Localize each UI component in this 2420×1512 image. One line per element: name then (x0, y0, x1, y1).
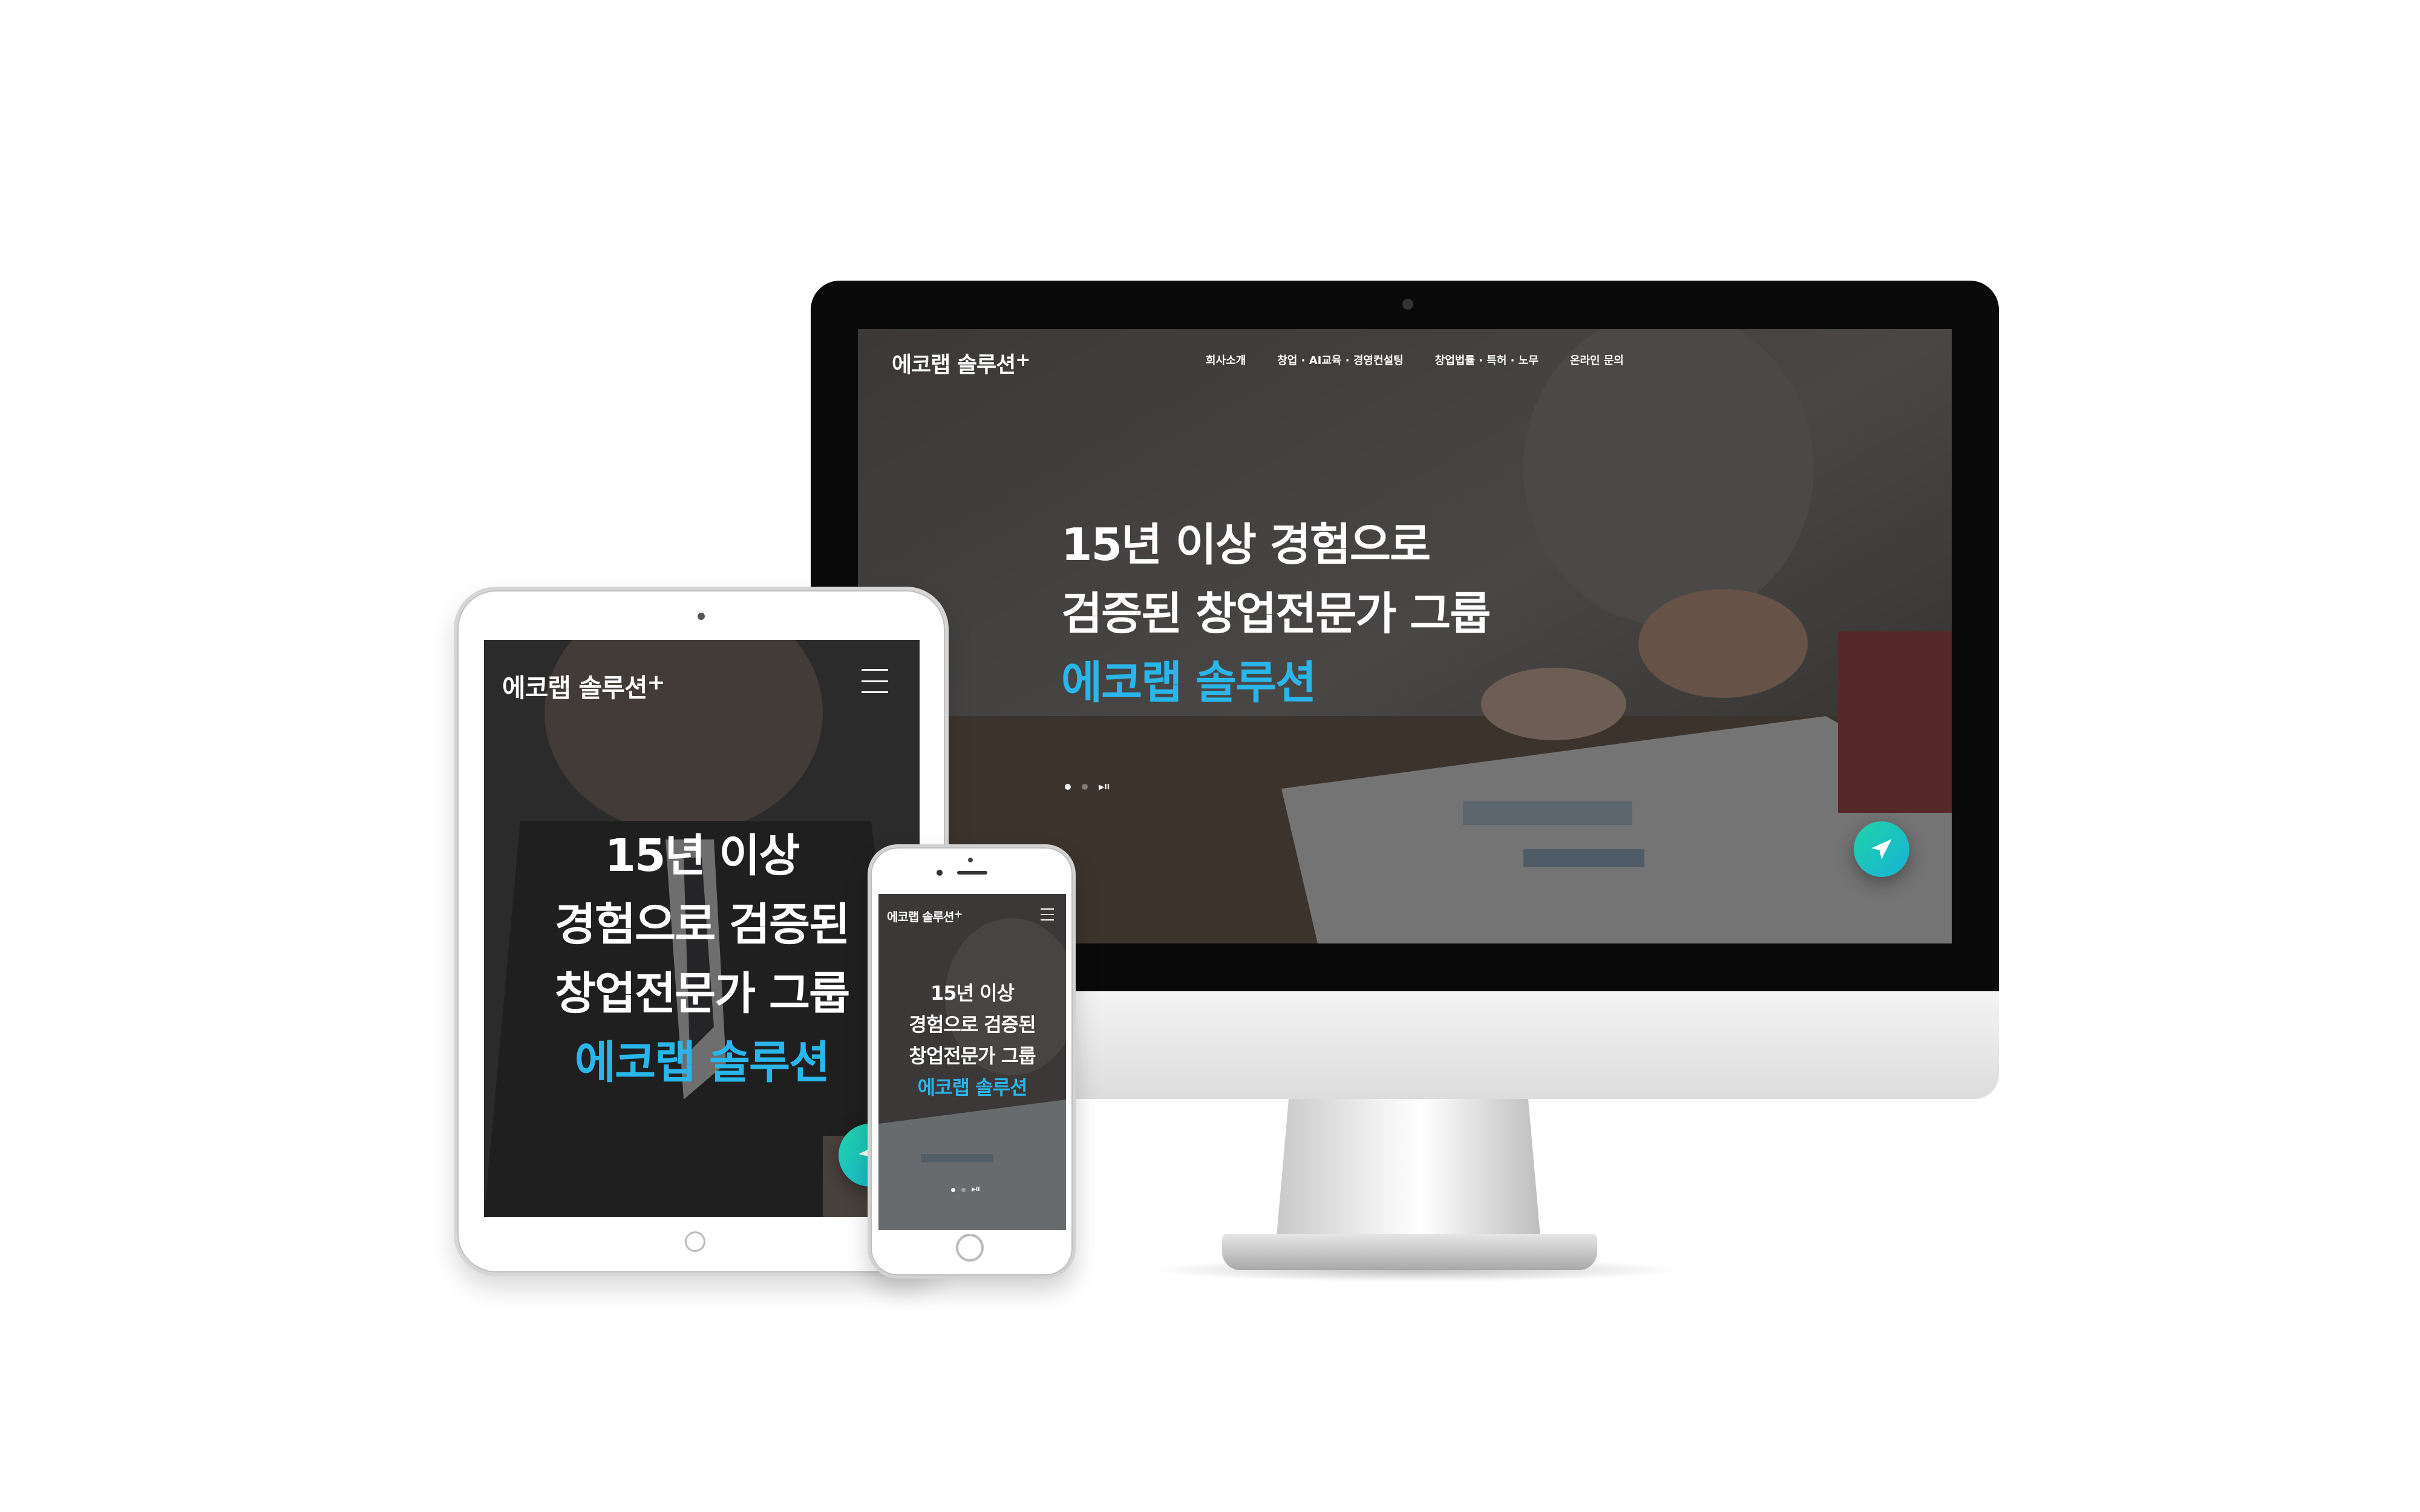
logo-plus: + (953, 908, 963, 921)
hero-headline: 15년 이상 경험으로 검증된 창업전문가 그룹 에코랩 솔루션 (484, 821, 920, 1097)
nav-item-education[interactable]: 창업 · AI교육 · 경영컨설팅 (1277, 352, 1403, 368)
nav-item-legal[interactable]: 창업법률 · 특허 · 노무 (1435, 352, 1539, 368)
hero-headline: 15년 이상 경험으로 검증된 창업전문가 그룹 에코랩 솔루션 (878, 977, 1066, 1103)
imac-stand-foot (1222, 1234, 1597, 1270)
logo-text: 에코랩 솔루션 (502, 673, 647, 703)
slider-dot-1[interactable] (951, 1187, 955, 1192)
hero-line-1: 15년 이상 (930, 982, 1015, 1005)
logo-text: 에코랩 솔루션 (892, 353, 1016, 377)
slider-dot-1[interactable] (1065, 784, 1071, 790)
hero-brand: 에코랩 솔루션 (917, 1076, 1028, 1099)
site-logo[interactable]: 에코랩 솔루션+ (892, 347, 1030, 379)
hero-line-3: 창업전문가 그룹 (909, 1044, 1036, 1067)
iphone-sensor (937, 870, 943, 876)
nav-item-company[interactable]: 회사소개 (1206, 352, 1246, 368)
imac-stand-neck (1275, 1099, 1542, 1250)
menu-button[interactable] (1041, 908, 1054, 921)
tablet-screen: 에코랩 솔루션+ 15년 이상 경험으로 검증된 창업전문가 그룹 에코랩 솔루… (484, 640, 920, 1217)
ipad-home-button (685, 1231, 705, 1252)
mobile-screen: 에코랩 솔루션+ 15년 이상 경험으로 검증된 창업전문가 그룹 에코랩 솔루… (878, 894, 1066, 1230)
main-nav: 회사소개 창업 · AI교육 · 경영컨설팅 창업법률 · 특허 · 노무 온라… (1206, 352, 1624, 368)
iphone-speaker (957, 871, 987, 875)
contact-fab[interactable] (1854, 821, 1909, 877)
iphone-home-button (956, 1234, 984, 1262)
slider-indicator: ▶II (951, 1187, 980, 1193)
logo-plus: + (647, 670, 665, 695)
ipad-camera (698, 613, 705, 620)
paper-plane-icon (1871, 839, 1892, 859)
slider-dot-2[interactable] (961, 1187, 966, 1192)
site-logo[interactable]: 에코랩 솔루션+ (502, 668, 666, 705)
hero-line-1: 15년 이상 (604, 830, 800, 882)
iphone-camera (968, 858, 973, 862)
hero-line-2: 검증된 창업전문가 그룹 (1061, 588, 1491, 640)
slider-indicator: ▶II (1065, 783, 1110, 791)
hero-line-1: 15년 이상 경험으로 (1061, 519, 1431, 571)
hero-line-2: 경험으로 검증된 (909, 1013, 1036, 1036)
hero-brand: 에코랩 솔루션 (1061, 657, 1316, 709)
logo-text: 에코랩 솔루션 (887, 910, 954, 924)
imac-camera (1402, 299, 1413, 310)
logo-plus: + (1015, 350, 1030, 371)
hero-headline: 15년 이상 경험으로 검증된 창업전문가 그룹 에코랩 솔루션 (1061, 510, 1491, 717)
slider-dot-2[interactable] (1082, 784, 1088, 790)
hero-line-2: 경험으로 검증된 (554, 899, 850, 951)
slider-play-pause-button[interactable]: ▶II (972, 1187, 980, 1193)
hero-brand: 에코랩 솔루션 (574, 1037, 830, 1089)
hero-line-3: 창업전문가 그룹 (554, 968, 850, 1020)
nav-item-inquiry[interactable]: 온라인 문의 (1570, 352, 1624, 368)
menu-button[interactable] (862, 669, 888, 693)
slider-play-pause-button[interactable]: ▶II (1099, 783, 1110, 791)
site-logo[interactable]: 에코랩 솔루션+ (887, 907, 963, 925)
